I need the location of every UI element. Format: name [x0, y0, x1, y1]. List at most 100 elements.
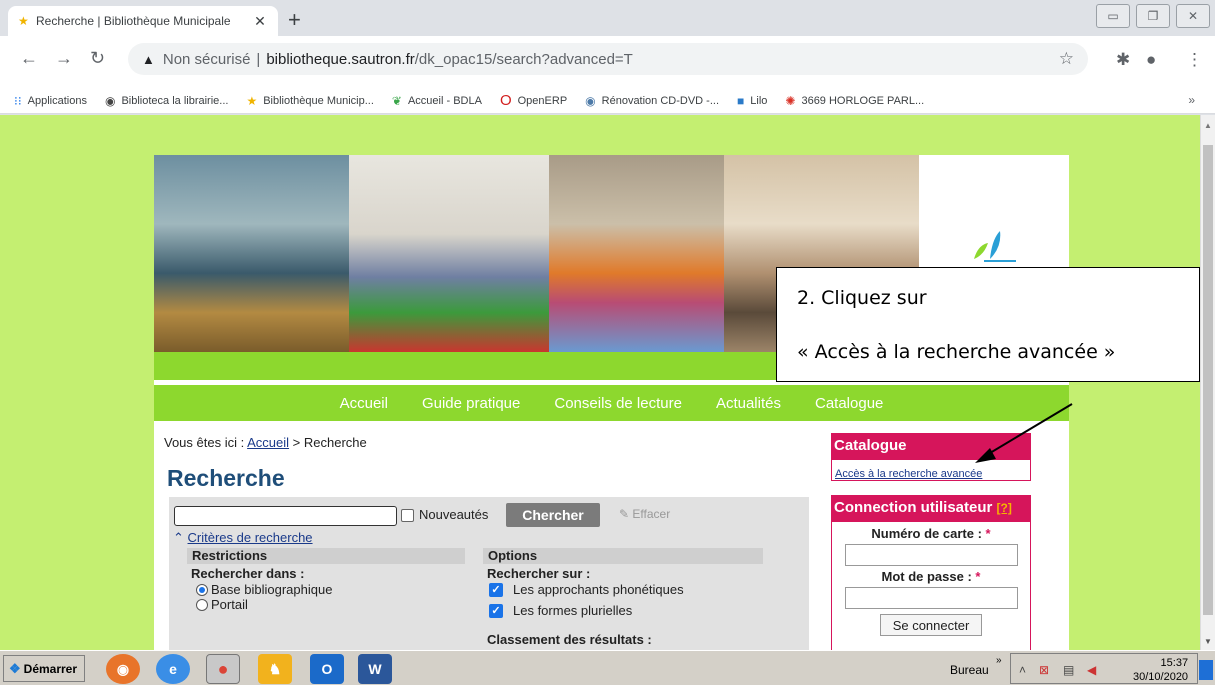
radio-base-bibliographique[interactable]: Base bibliographique [196, 582, 332, 597]
checkbox-phonetiques[interactable]: ✓ Les approchants phonétiques [489, 582, 684, 597]
address-host: bibliotheque.sautron.fr [266, 50, 415, 68]
catalogue-header: Catalogue [831, 433, 1031, 459]
advanced-search-link[interactable]: Accès à la recherche avancée [835, 468, 982, 480]
password-input[interactable] [844, 587, 1018, 609]
checkbox-plurielles[interactable]: ✓ Les formes plurielles [489, 603, 632, 618]
main-menu: Accueil Guide pratique Conseils de lectu… [154, 385, 1069, 421]
new-tab-button[interactable]: + [288, 8, 301, 32]
reload-icon[interactable]: ↻ [90, 48, 105, 69]
word-icon[interactable]: W [358, 654, 392, 684]
scrollbar-thumb[interactable] [1203, 145, 1213, 615]
required-mark: * [975, 569, 981, 584]
bookmark-star-icon[interactable]: ☆ [1059, 49, 1074, 69]
login-box: Numéro de carte : * Mot de passe : * Se … [831, 521, 1031, 650]
leaf-icon: ❦ [391, 93, 402, 108]
internet-explorer-icon[interactable]: e [156, 654, 190, 684]
restore-icon[interactable]: ❐ [1136, 4, 1170, 28]
globe-icon: ◉ [104, 93, 116, 108]
collapse-icon: ⌃ [173, 530, 184, 545]
search-button[interactable]: Chercher [506, 503, 600, 527]
breadcrumb-current: > Recherche [292, 435, 367, 450]
security-label: Non sécurisé [162, 50, 251, 68]
tray-expand-icon[interactable]: » [996, 655, 1002, 666]
address-bar[interactable]: ▲ Non sécurisé | bibliotheque.sautron.fr… [128, 43, 1088, 75]
sort-label: Classement des résultats : [487, 632, 652, 647]
breadcrumb-home-link[interactable]: Accueil [247, 435, 289, 450]
menu-conseils-lecture[interactable]: Conseils de lecture [554, 395, 682, 412]
card-number-input[interactable] [844, 544, 1018, 566]
menu-icon[interactable]: ⋮ [1186, 50, 1203, 70]
menu-catalogue[interactable]: Catalogue [815, 395, 883, 412]
extensions-icon[interactable]: ✱ [1116, 50, 1130, 70]
login-button[interactable]: Se connecter [880, 614, 982, 636]
volume-muted-icon[interactable]: ◀ [1087, 663, 1096, 677]
os-taskbar: ❖ Démarrer ◉ e ● ♞ O W Bureau » ˄ ⊠ ▤ ◀ … [0, 650, 1215, 685]
profile-icon[interactable]: ● [1146, 50, 1156, 70]
new-items-checkbox[interactable] [401, 509, 414, 522]
tab-strip: ★ Recherche | Bibliothèque Municipale ✕ … [0, 0, 1215, 36]
bookmark-lilo[interactable]: ■ Lilo [737, 94, 767, 108]
clock-time: 15:37 [1160, 657, 1189, 669]
required-mark: * [985, 526, 991, 541]
radio-unchecked [196, 598, 208, 611]
close-icon[interactable]: ✕ [1176, 4, 1210, 28]
start-button[interactable]: ❖ Démarrer [3, 655, 85, 682]
minimize-icon[interactable]: ▭ [1096, 4, 1130, 28]
bookmark-applications[interactable]: ⁝⁝ Applications [14, 94, 87, 108]
warning-icon: ▲ [142, 51, 155, 67]
breadcrumb: Vous êtes ici : Accueil > Recherche [164, 435, 367, 450]
clock-date: 30/10/2020 [1133, 671, 1189, 683]
network-error-icon[interactable]: ⊠ [1039, 663, 1049, 677]
bookmarks-more-icon[interactable]: » [1188, 93, 1195, 107]
star-icon: ★ [18, 14, 29, 28]
scroll-up-icon[interactable]: ▲ [1204, 121, 1212, 130]
browser-tab[interactable]: ★ Recherche | Bibliothèque Municipale ✕ [8, 6, 278, 36]
search-on-label: Rechercher sur : [487, 566, 591, 581]
clock-icon: ✺ [785, 93, 796, 108]
menu-guide-pratique[interactable]: Guide pratique [422, 395, 520, 412]
bookmark-bibliotheque[interactable]: ★ Bibliothèque Municip... [246, 94, 373, 108]
desktop-label[interactable]: Bureau [950, 663, 989, 677]
tray-chevron-icon[interactable]: ˄ [1019, 663, 1026, 677]
media-icon[interactable]: ♞ [258, 654, 292, 684]
criteria-toggle[interactable]: ⌃ Critères de recherche [173, 530, 313, 546]
clock[interactable]: 15:37 30/10/2020 [1133, 656, 1188, 684]
menu-actualites[interactable]: Actualités [716, 395, 781, 412]
firefox-icon[interactable]: ◉ [106, 654, 140, 684]
search-panel: Nouveautés Chercher ✎ Effacer ⌃ Critères… [169, 497, 809, 650]
bookmark-horloge[interactable]: ✺ 3669 HORLOGE PARL... [785, 94, 924, 108]
site-container: Accueil Guide pratique Conseils de lectu… [154, 155, 1069, 650]
show-desktop-button[interactable] [1199, 660, 1213, 680]
search-input[interactable] [174, 506, 397, 526]
banner-photo-lounge [549, 155, 724, 352]
star-icon: ★ [246, 93, 258, 108]
login-header: Connection utilisateur [?] [831, 495, 1031, 521]
restrictions-header: Restrictions [187, 548, 465, 564]
bookmark-openerp[interactable]: O OpenERP [500, 92, 567, 109]
checkmark-icon: ✓ [489, 603, 503, 618]
menu-accueil[interactable]: Accueil [340, 395, 388, 412]
radio-portail[interactable]: Portail [196, 597, 248, 612]
tab-close-icon[interactable]: ✕ [252, 13, 268, 30]
page-viewport: Accueil Guide pratique Conseils de lectu… [0, 115, 1200, 650]
clear-button[interactable]: ✎ Effacer [619, 507, 670, 521]
tab-title: Recherche | Bibliothèque Municipale [36, 14, 231, 28]
bookmark-renovation[interactable]: ◉ Rénovation CD-DVD -... [585, 94, 719, 108]
bookmark-bdla[interactable]: ❦ Accueil - BDLA [392, 94, 482, 108]
network-icon[interactable]: ▤ [1063, 663, 1074, 677]
breadcrumb-prefix: Vous êtes ici : [164, 435, 245, 450]
password-label: Mot de passe : * [881, 569, 981, 584]
browser-toolbar: ← → ↻ ▲ Non sécurisé | bibliotheque.saut… [0, 36, 1215, 88]
site-logo-icon [974, 231, 1016, 262]
forward-icon[interactable]: → [55, 48, 73, 69]
opera-icon: O [499, 92, 512, 109]
bookmark-biblioteca[interactable]: ◉ Biblioteca la librairie... [105, 94, 228, 108]
chrome-icon[interactable]: ● [206, 654, 240, 684]
outlook-icon[interactable]: O [310, 654, 344, 684]
scroll-down-icon[interactable]: ▼ [1204, 637, 1212, 646]
login-help-link[interactable]: [?] [997, 501, 1012, 515]
back-icon[interactable]: ← [20, 48, 38, 69]
page-scrollbar[interactable]: ▲ ▼ [1200, 115, 1215, 650]
disc-icon: ◉ [585, 93, 596, 108]
radio-checked [196, 583, 208, 596]
